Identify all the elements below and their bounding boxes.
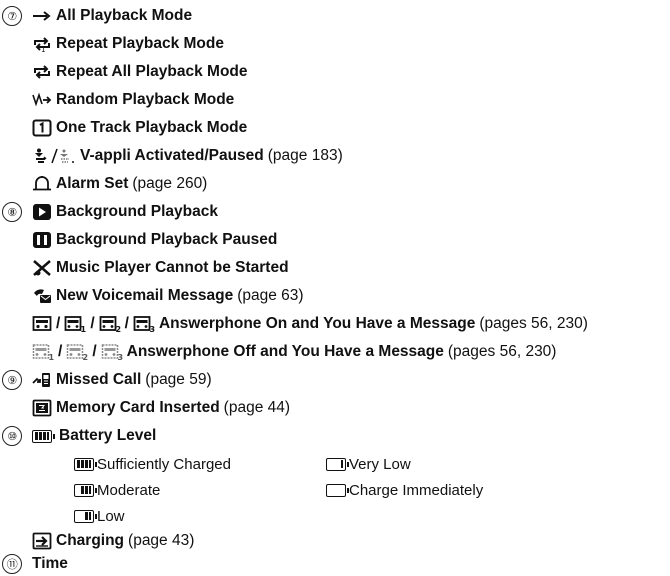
answerphone-on-page-ref: (pages 56, 230)	[479, 315, 588, 332]
memory-card-page-ref: (page 44)	[223, 399, 291, 416]
music-blocked-icon	[32, 259, 52, 277]
voicemail-row: New Voicemail Message (page 63)	[32, 284, 304, 308]
repeat-playback-row: 1 Repeat Playback Mode	[32, 32, 224, 56]
alarm-page-ref: (page 260)	[132, 175, 208, 192]
voicemail-page-ref: (page 63)	[237, 287, 304, 304]
time-label: Time	[32, 555, 68, 572]
random-playback-row: Random Playback Mode	[32, 88, 234, 112]
battery-row: Battery Level	[32, 424, 156, 448]
bell-icon	[32, 175, 52, 193]
section-marker-7: ⑦	[2, 6, 22, 26]
answerphone-off-row: 1 / 2 / 3 Answerphone Off and You Have a…	[32, 340, 556, 364]
v-appli-row: V-appli Activated/Paused (page 183)	[32, 144, 343, 168]
answerphone-2-icon: 2	[99, 315, 121, 333]
memory-card-label: Memory Card Inserted	[56, 399, 220, 416]
battery-moderate-icon	[74, 483, 97, 497]
answerphone-separator: /	[56, 315, 61, 332]
section-marker-8: ⑧	[2, 202, 22, 222]
all-playback-label: All Playback Mode	[56, 7, 193, 24]
battery-low-label: Low	[97, 507, 125, 525]
battery-full-icon	[74, 457, 97, 471]
one-track-icon	[32, 119, 52, 137]
time-row: Time	[32, 552, 68, 576]
alarm-label: Alarm Set	[56, 175, 129, 192]
charging-row: Charging (page 43)	[32, 529, 194, 553]
charging-label: Charging	[56, 532, 125, 549]
svg-text:1: 1	[49, 353, 55, 361]
svg-text:2: 2	[115, 325, 121, 333]
missed-call-row: Missed Call (page 59)	[32, 368, 212, 392]
repeat-all-icon	[32, 63, 52, 81]
v-appli-icon	[32, 147, 76, 165]
answerphone-1-icon: 1	[64, 315, 86, 333]
battery-moderate-row: Moderate	[74, 478, 160, 502]
cannot-start-label: Music Player Cannot be Started	[56, 259, 289, 276]
battery-charge-now-row: Charge Immediately	[326, 478, 483, 502]
battery-label: Battery Level	[59, 427, 157, 444]
answerphone-off-page-ref: (pages 56, 230)	[447, 343, 557, 360]
v-appli-label: V-appli Activated/Paused	[80, 147, 264, 164]
svg-text:1: 1	[81, 325, 87, 333]
answerphone-separator: /	[92, 343, 97, 360]
battery-low-icon	[74, 509, 97, 523]
battery-icon	[32, 429, 55, 443]
svg-text:1: 1	[41, 46, 45, 53]
battery-very-low-row: Very Low	[326, 452, 411, 476]
voicemail-icon	[32, 287, 52, 305]
memory-card-icon	[32, 399, 52, 417]
cannot-start-row: Music Player Cannot be Started	[32, 256, 289, 280]
battery-charge-now-label: Charge Immediately	[349, 481, 484, 499]
battery-very-low-label: Very Low	[349, 455, 411, 473]
one-track-label: One Track Playback Mode	[56, 119, 248, 136]
section-marker-10: ⑩	[2, 426, 22, 446]
battery-moderate-label: Moderate	[97, 481, 161, 499]
battery-sufficient-label: Sufficiently Charged	[97, 455, 231, 473]
battery-empty-icon	[326, 483, 349, 497]
answerphone-off-3-icon: 3	[101, 343, 123, 361]
section-marker-11: ⑪	[2, 554, 22, 574]
answerphone-on-label: Answerphone On and You Have a Message	[158, 315, 476, 332]
battery-low-row: Low	[74, 504, 125, 528]
voicemail-label: New Voicemail Message	[56, 287, 234, 304]
bg-playback-row: Background Playback	[32, 200, 218, 224]
missed-call-icon	[32, 371, 52, 389]
answerphone-off-label: Answerphone Off and You Have a Message	[126, 343, 444, 360]
battery-sufficient-row: Sufficiently Charged	[74, 452, 231, 476]
answerphone-separator: /	[124, 315, 129, 332]
random-playback-label: Random Playback Mode	[56, 91, 235, 108]
one-track-row: One Track Playback Mode	[32, 116, 247, 140]
repeat-all-row: Repeat All Playback Mode	[32, 60, 248, 84]
repeat-icon: 1	[32, 35, 52, 53]
svg-text:3: 3	[149, 325, 155, 333]
answerphone-on-row: / 1 / 2 / 3 Answerphone On and You Have …	[32, 312, 588, 336]
play-icon	[32, 203, 52, 221]
answerphone-3-icon: 3	[133, 315, 155, 333]
answerphone-off-2-icon: 2	[66, 343, 88, 361]
battery-very-low-icon	[326, 457, 349, 471]
v-appli-page-ref: (page 183)	[267, 147, 343, 164]
section-marker-9: ⑨	[2, 370, 22, 390]
answerphone-off-1-icon: 1	[32, 343, 54, 361]
answerphone-icon	[32, 315, 52, 333]
answerphone-separator: /	[90, 315, 95, 332]
repeat-playback-label: Repeat Playback Mode	[56, 35, 224, 52]
random-icon	[32, 92, 52, 108]
arrow-right-icon	[32, 9, 52, 23]
repeat-all-label: Repeat All Playback Mode	[56, 63, 248, 80]
pause-icon	[32, 231, 52, 249]
memory-card-row: Memory Card Inserted (page 44)	[32, 396, 290, 420]
answerphone-separator: /	[58, 343, 63, 360]
bg-paused-label: Background Playback Paused	[56, 231, 278, 248]
alarm-row: Alarm Set (page 260)	[32, 172, 207, 196]
svg-text:2: 2	[83, 353, 89, 361]
all-playback-row: All Playback Mode	[32, 4, 192, 28]
charging-icon	[32, 532, 52, 550]
missed-call-page-ref: (page 59)	[145, 371, 212, 388]
svg-text:3: 3	[117, 353, 123, 361]
charging-page-ref: (page 43)	[128, 532, 195, 549]
missed-call-label: Missed Call	[56, 371, 142, 388]
bg-paused-row: Background Playback Paused	[32, 228, 277, 252]
bg-playback-label: Background Playback	[56, 203, 218, 220]
